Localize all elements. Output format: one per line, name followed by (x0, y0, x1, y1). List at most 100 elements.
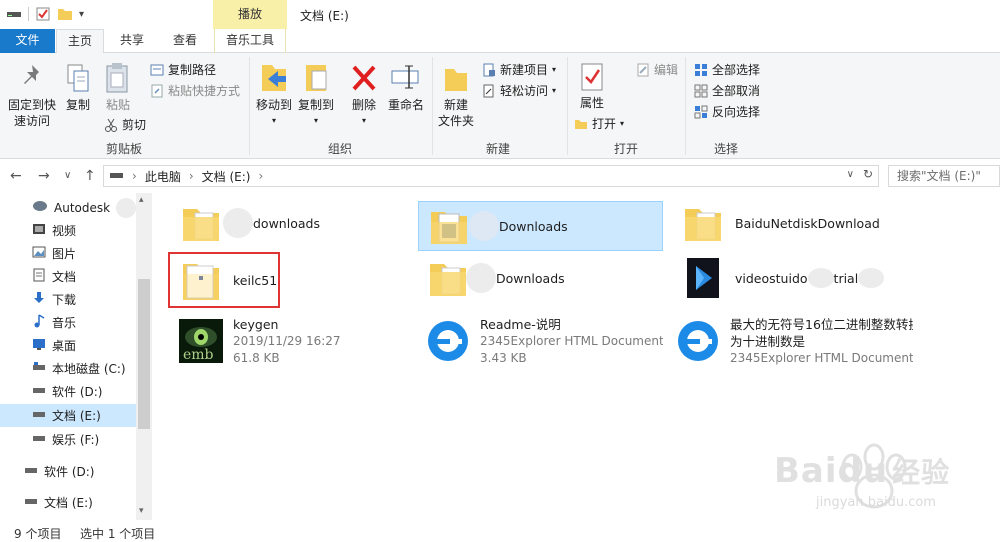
delete-button[interactable]: 删除 ▾ (346, 61, 382, 129)
breadcrumb-separator-icon[interactable]: › (132, 169, 137, 183)
file-item-downloads-2[interactable]: Downloads (418, 253, 663, 303)
sidebar-item-drive-d[interactable]: 软件 (D:) (0, 380, 136, 403)
file-type: 2345Explorer HTML Document (730, 350, 913, 365)
title-bar: ▾ 播放 文档 (E:) (0, 0, 1000, 29)
file-item-baidunetdiskdownload[interactable]: BaiduNetdiskDownload (673, 198, 918, 248)
copy-icon (62, 63, 94, 97)
address-bar[interactable]: › 此电脑 › 文档 (E:) › ∨ ↻ (103, 165, 879, 187)
sidebar-item-desktop[interactable]: 桌面 (0, 334, 136, 357)
copy-path-button[interactable]: 复制路径 (150, 61, 216, 78)
paste-shortcut-icon (150, 84, 164, 98)
breadcrumb-separator-icon[interactable]: › (189, 169, 194, 183)
invert-selection-button[interactable]: 反向选择 (694, 103, 760, 120)
new-folder-label-line1: 新建 (443, 98, 468, 112)
back-arrow-icon[interactable]: ← (10, 168, 22, 184)
sidebar-item-network-drive-d[interactable]: 软件 (D:) (0, 460, 136, 483)
sidebar-item-label: 下载 (52, 293, 77, 307)
edit-button[interactable]: 编辑 (636, 61, 678, 78)
tab-music-tools[interactable]: 音乐工具 (214, 29, 286, 53)
tab-file[interactable]: 文件 (0, 29, 55, 53)
ribbon-separator (432, 57, 433, 155)
cut-button[interactable]: 剪切 (104, 116, 146, 133)
file-name: downloads (253, 215, 320, 231)
address-dropdown-icon[interactable]: ∨ (847, 169, 854, 180)
file-item-downloads-selected[interactable]: Downloads (418, 201, 663, 251)
sidebar-item-videos[interactable]: 视频 (0, 219, 136, 242)
new-item-icon (482, 63, 496, 77)
breadcrumb-this-pc[interactable]: 此电脑 (145, 168, 181, 185)
select-all-button[interactable]: 全部选择 (694, 61, 760, 78)
blurred-text (469, 211, 499, 241)
sidebar-item-network-drive-e[interactable]: 文档 (E:) (0, 491, 136, 514)
blurred-text (858, 268, 885, 288)
sidebar-item-label: 软件 (D:) (44, 465, 95, 479)
new-item-label: 新建项目 (500, 63, 549, 77)
sidebar-scrollbar[interactable]: ▴ ▾ (136, 193, 152, 520)
documents-folder-icon (32, 268, 46, 285)
tab-view[interactable]: 查看 (163, 29, 207, 53)
up-arrow-icon[interactable]: ↑ (84, 168, 96, 184)
sidebar-item-label: 音乐 (52, 316, 77, 330)
navigation-pane: Autodesk 视频 图片 文档 下载 音乐 桌面 本地磁盘 (C:) 软件 … (0, 193, 152, 520)
sidebar-item-downloads[interactable]: 下载 (0, 288, 136, 311)
folder-icon (425, 202, 473, 250)
rename-button[interactable]: 重命名 (384, 61, 428, 113)
file-size: 3.43 KB (480, 350, 527, 365)
properties-button[interactable]: 属性 (574, 61, 610, 111)
sidebar-item-autodesk[interactable]: Autodesk (0, 196, 136, 219)
sidebar-item-documents[interactable]: 文档 (0, 265, 136, 288)
tab-share[interactable]: 共享 (110, 29, 154, 53)
scroll-up-icon[interactable]: ▴ (139, 195, 144, 205)
select-all-icon (694, 63, 708, 77)
file-name-line2: 为十进制数是 (730, 333, 806, 349)
refresh-icon[interactable]: ↻ (863, 167, 873, 181)
sidebar-item-drive-f[interactable]: 娱乐 (F:) (0, 428, 136, 451)
sidebar-item-drive-c[interactable]: 本地磁盘 (C:) (0, 357, 136, 380)
sidebar-item-pictures[interactable]: 图片 (0, 242, 136, 265)
sidebar-item-music[interactable]: 音乐 (0, 311, 136, 334)
new-item-button[interactable]: 新建项目 ▾ (482, 61, 556, 78)
file-item-keygen[interactable]: emb keygen 2019/11/29 16:27 61.8 KB (171, 313, 416, 369)
breadcrumb-separator-icon[interactable]: › (258, 169, 263, 183)
tab-home[interactable]: 主页 (56, 29, 104, 54)
pin-to-quick-access-button[interactable]: 固定到快 速访问 (4, 63, 60, 129)
move-to-button[interactable]: 移动到 ▾ (254, 61, 294, 129)
easy-access-label: 轻松访问 (500, 84, 549, 98)
new-folder-icon[interactable] (57, 6, 73, 22)
move-to-icon (254, 61, 294, 97)
paste-shortcut-button[interactable]: 粘贴快捷方式 (150, 82, 240, 99)
file-item-binary-conversion[interactable]: 最大的无符号16位二进制整数转换 为十进制数是 2345Explorer HTM… (668, 313, 913, 369)
copy-path-icon (150, 63, 164, 77)
sidebar-item-label: Autodesk (54, 200, 111, 215)
properties-check-icon[interactable] (35, 6, 51, 22)
move-to-dropdown-icon: ▾ (271, 116, 276, 125)
sidebar-item-label: 娱乐 (F:) (52, 433, 100, 447)
drive-icon[interactable] (6, 6, 22, 22)
paste-button[interactable]: 粘贴 (100, 61, 136, 113)
copy-to-button[interactable]: 复制到 ▾ (296, 61, 336, 129)
video-app-icon (679, 254, 727, 302)
blurred-text (223, 208, 253, 238)
sidebar-item-drive-e[interactable]: 文档 (E:) (0, 404, 136, 427)
search-input[interactable]: 搜索"文档 (E:)" (888, 165, 1000, 187)
recent-locations-chevron-icon[interactable]: ∨ (64, 170, 71, 181)
easy-access-button[interactable]: 轻松访问 ▾ (482, 82, 556, 99)
drive-c-icon (32, 360, 46, 377)
new-folder-label-line2: 文件夹 (437, 114, 474, 128)
file-item-readme[interactable]: Readme-说明 2345Explorer HTML Document 3.4… (418, 313, 663, 369)
breadcrumb-drive-e[interactable]: 文档 (E:) (202, 168, 251, 185)
delete-x-icon (346, 61, 382, 97)
open-button[interactable]: 打开 ▾ (574, 115, 624, 132)
qat-dropdown-icon[interactable]: ▾ (79, 9, 84, 20)
forward-arrow-icon[interactable]: → (38, 168, 50, 184)
scrollbar-thumb[interactable] (138, 279, 150, 429)
open-label: 打开 (592, 117, 617, 131)
file-item-videostuido[interactable]: videostuido trial (673, 253, 918, 303)
copy-button[interactable]: 复制 (62, 63, 94, 113)
select-none-button[interactable]: 全部取消 (694, 82, 760, 99)
copy-to-icon (296, 61, 336, 97)
file-item-downloads[interactable]: downloads (171, 198, 416, 248)
sidebar-item-label: 文档 (E:) (52, 409, 101, 423)
new-folder-button[interactable]: 新建 文件夹 (436, 61, 476, 129)
scroll-down-icon[interactable]: ▾ (139, 506, 144, 516)
